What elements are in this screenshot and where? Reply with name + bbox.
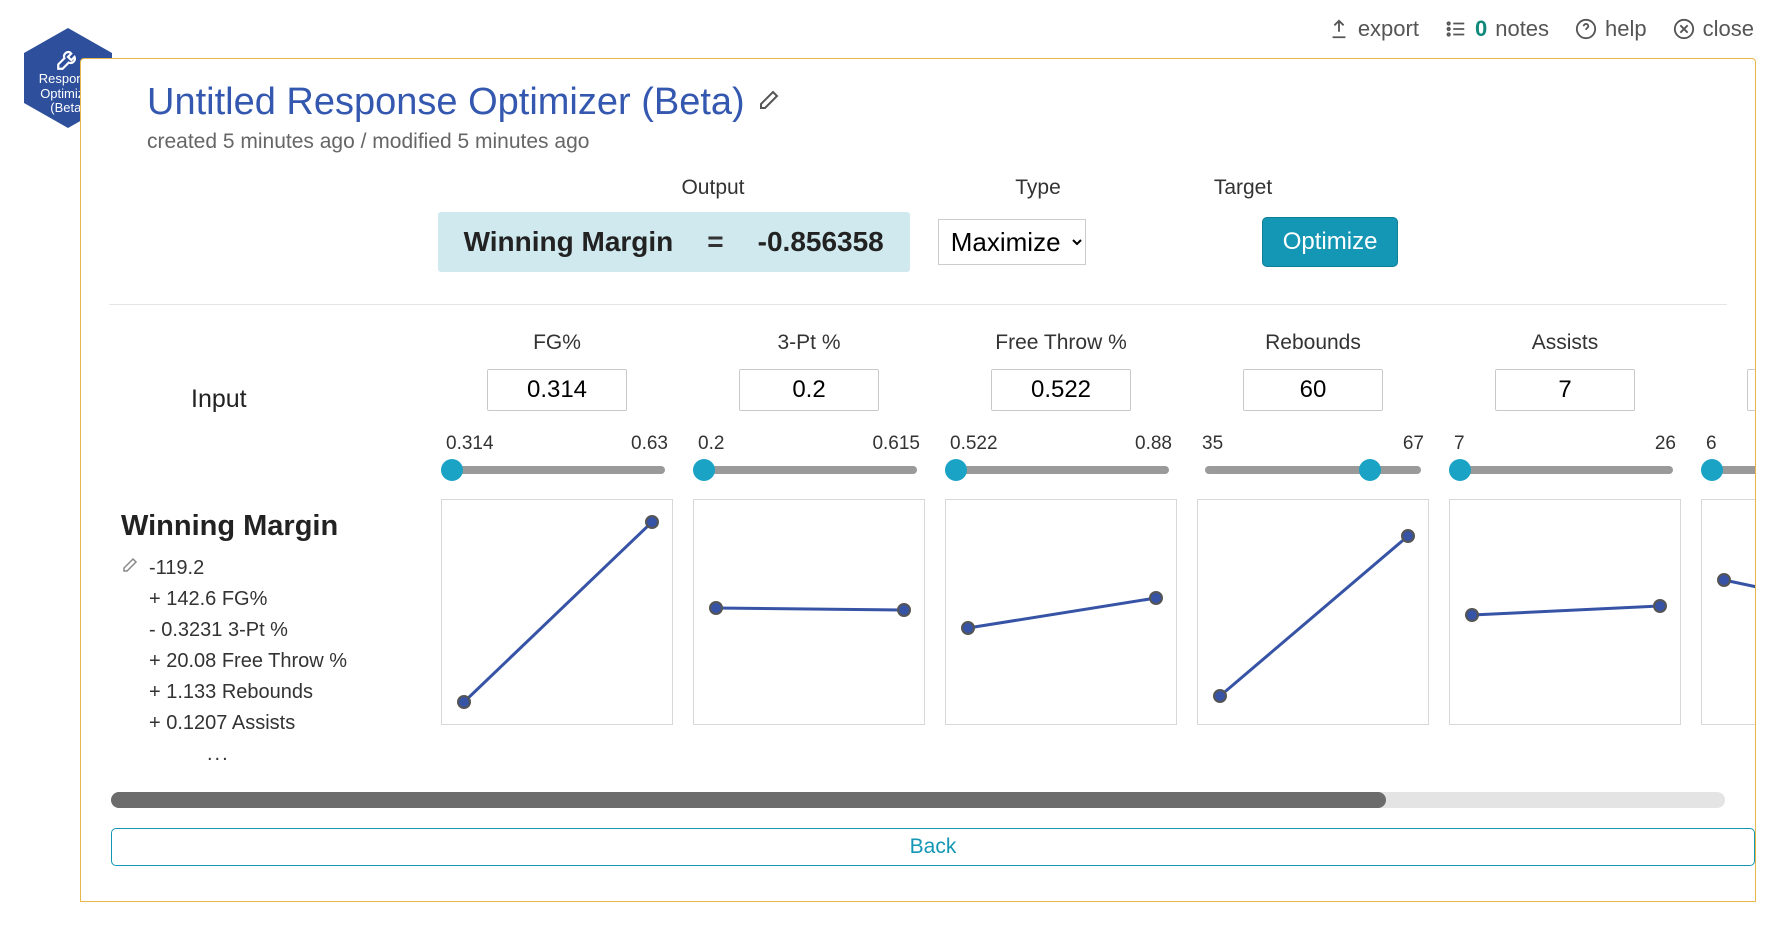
formula-l1: + 142.6 FG% (121, 584, 431, 615)
response-plot (1197, 499, 1429, 725)
edit-title-button[interactable] (757, 88, 781, 117)
input-column: Assists 7 26 (1439, 331, 1691, 725)
input-name: 3-Pt % (777, 331, 840, 361)
input-min: 7 (1454, 433, 1465, 455)
output-chip: Winning Margin = -0.856358 (438, 212, 910, 272)
output-value: -0.856358 (758, 226, 884, 258)
response-plot (1701, 499, 1755, 725)
input-name: Free Throw % (995, 331, 1127, 361)
export-button[interactable]: export (1328, 16, 1419, 42)
input-value[interactable] (1747, 369, 1755, 411)
formula-l4: + 1.133 Rebounds (121, 677, 431, 708)
export-label: export (1358, 16, 1419, 42)
horizontal-scrollbar[interactable] (111, 792, 1725, 808)
formula-l0: -119.2 (149, 553, 204, 584)
close-button[interactable]: close (1673, 16, 1754, 42)
close-label: close (1703, 16, 1754, 42)
input-min: 0.2 (698, 433, 724, 455)
formula-l3: + 20.08 Free Throw % (121, 646, 431, 677)
notes-button[interactable]: 0 notes (1445, 16, 1549, 42)
main-card: Untitled Response Optimizer (Beta) creat… (80, 58, 1756, 902)
response-plot (945, 499, 1177, 725)
response-plot (441, 499, 673, 725)
input-min: 35 (1202, 433, 1223, 455)
notes-count: 0 (1475, 16, 1487, 42)
input-min: 0.522 (950, 433, 998, 455)
input-column: FG% 0.314 0.63 (431, 331, 683, 725)
formula: -119.2 + 142.6 FG% - 0.3231 3-Pt % + 20.… (109, 553, 431, 770)
response-name: Winning Margin (109, 510, 431, 543)
optimize-button[interactable]: Optimize (1262, 217, 1399, 267)
edit-formula-button[interactable] (121, 553, 139, 584)
help-icon (1575, 18, 1597, 40)
page-subtitle: created 5 minutes ago / modified 5 minut… (81, 130, 1755, 154)
label-type: Type (943, 176, 1133, 200)
input-value[interactable] (1495, 369, 1635, 411)
input-value[interactable] (739, 369, 879, 411)
wrench-icon (55, 46, 81, 72)
page-title: Untitled Response Optimizer (Beta) (147, 81, 745, 124)
export-icon (1328, 18, 1350, 40)
response-plot (693, 499, 925, 725)
input-value[interactable] (991, 369, 1131, 411)
input-slider[interactable] (1449, 459, 1681, 481)
input-column: 3-Pt % 0.2 0.615 (683, 331, 935, 725)
input-max: 0.63 (631, 433, 668, 455)
input-name: Rebounds (1265, 331, 1361, 361)
type-select[interactable]: Maximize (938, 219, 1086, 265)
input-slider[interactable] (945, 459, 1177, 481)
input-row-label: Input (109, 385, 431, 414)
input-slider[interactable] (693, 459, 925, 481)
formula-l2: - 0.3231 3-Pt % (121, 615, 431, 646)
scrollbar-thumb[interactable] (111, 792, 1386, 808)
input-max: 67 (1403, 433, 1424, 455)
formula-more: ... (121, 739, 431, 770)
section-labels: Output Type Target (81, 176, 1755, 200)
input-value[interactable] (487, 369, 627, 411)
top-action-bar: export 0 notes help close (1328, 16, 1754, 42)
output-name: Winning Margin (464, 226, 674, 258)
input-column: Rebounds 35 67 (1187, 331, 1439, 725)
input-name: Assists (1532, 331, 1599, 361)
input-max: 26 (1655, 433, 1676, 455)
input-min: 0.314 (446, 433, 494, 455)
notes-icon (1445, 18, 1467, 40)
label-target: Target (1133, 176, 1353, 200)
input-max: 0.88 (1135, 433, 1172, 455)
input-value[interactable] (1243, 369, 1383, 411)
input-slider[interactable] (441, 459, 673, 481)
divider (109, 304, 1727, 305)
back-button[interactable]: Back (111, 828, 1755, 866)
input-column: Free Throw % 0.522 0.88 (935, 331, 1187, 725)
input-name: FG% (533, 331, 581, 361)
input-slider[interactable] (1701, 459, 1755, 481)
help-button[interactable]: help (1575, 16, 1647, 42)
formula-l5: + 0.1207 Assists (121, 708, 431, 739)
input-column: Turnove6 (1691, 331, 1755, 725)
response-plot (1449, 499, 1681, 725)
label-output: Output (483, 176, 943, 200)
output-eq: = (707, 226, 723, 258)
notes-label: notes (1495, 16, 1549, 42)
help-label: help (1605, 16, 1647, 42)
input-min: 6 (1706, 433, 1717, 455)
input-max: 0.615 (872, 433, 920, 455)
input-slider[interactable] (1197, 459, 1429, 481)
close-icon (1673, 18, 1695, 40)
